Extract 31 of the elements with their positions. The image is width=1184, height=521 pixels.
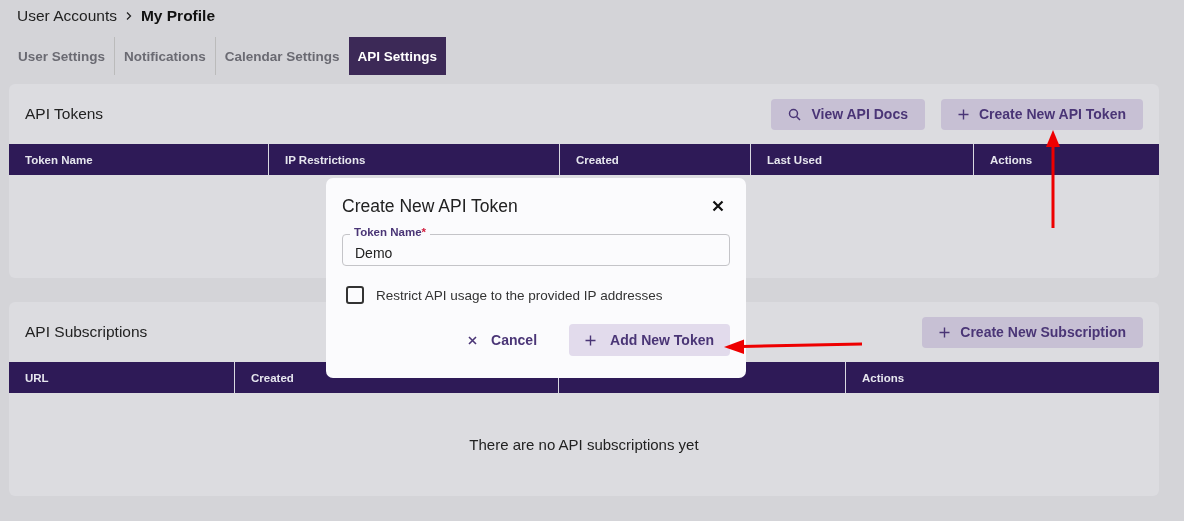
breadcrumb-link[interactable]: User Accounts [17,7,117,25]
add-button[interactable]: Add New Token [569,324,730,356]
tab[interactable]: Calendar Settings [214,37,349,75]
column-header: Token Name [24,152,94,168]
chevron-icon [124,11,133,21]
plus-icon [957,108,969,120]
section-title: API Subscriptions [25,323,148,341]
section-title: API Tokens [25,105,104,123]
search-icon [788,107,802,121]
empty-message: There are no API subscriptions yet [469,436,699,453]
action-button[interactable]: Create New Subscription [922,316,1143,348]
tab[interactable]: API Settings [348,37,447,75]
action-button[interactable]: View API Docs [771,98,925,130]
plus-icon [939,326,951,338]
cancel-button[interactable]: Cancel [452,324,554,356]
column-header: IP Restrictions [268,144,559,175]
checkbox-label: Restrict API usage to the provided IP addresses [376,287,663,303]
action-button[interactable]: Create New API Token [940,98,1143,130]
page-title: My Profile [140,7,215,25]
column-header: URL [24,370,50,386]
tab[interactable]: Notifications [114,37,215,75]
close-button[interactable] [710,198,726,214]
column-header: Actions [845,362,1159,393]
field-label: Token Name* [350,226,430,238]
close-icon [468,335,478,345]
tab[interactable]: User Settings [9,37,115,75]
column-header: Last Used [750,144,973,175]
plus-icon [585,334,597,346]
checkbox[interactable] [346,286,364,304]
dialog-title: Create New API Token [342,195,518,217]
column-header: Created [559,144,750,175]
